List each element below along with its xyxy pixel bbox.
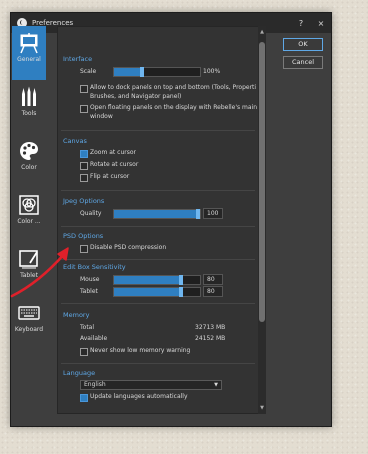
annotation-arrow: [10, 247, 69, 298]
